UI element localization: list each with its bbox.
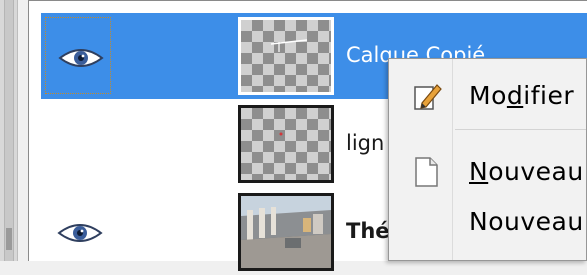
layer-content-mark bbox=[279, 132, 283, 136]
scrollbar-thumb[interactable] bbox=[4, 0, 14, 261]
layer-visibility-toggle[interactable] bbox=[45, 17, 111, 94]
gimp-layers-dialog: Calque Copié lign Thé Modifier Nouveau N… bbox=[0, 0, 587, 271]
layer-name[interactable]: lign bbox=[346, 131, 384, 155]
menu-item-modifier[interactable]: Modifier bbox=[389, 73, 586, 117]
eye-icon bbox=[57, 224, 103, 242]
eye-icon bbox=[58, 49, 104, 67]
layer-visibility-toggle[interactable] bbox=[45, 193, 111, 270]
layer-context-menu: Modifier Nouveau Nouveau bbox=[388, 58, 587, 261]
menu-item-label: Nouveau bbox=[469, 157, 584, 186]
photo-preview-image bbox=[241, 196, 331, 268]
new-document-icon bbox=[415, 157, 438, 187]
layer-thumbnail[interactable] bbox=[238, 105, 334, 183]
layer-thumbnail-photo[interactable] bbox=[238, 193, 334, 271]
left-scrollbar[interactable] bbox=[0, 0, 18, 261]
layer-content-mark bbox=[270, 39, 308, 52]
layer-name[interactable]: Thé bbox=[346, 219, 390, 243]
menu-item-label: Nouveau bbox=[469, 207, 584, 236]
menu-item-nouveau-2[interactable]: Nouveau bbox=[389, 199, 586, 243]
menu-item-nouveau[interactable]: Nouveau bbox=[389, 149, 586, 193]
layer-thumbnail[interactable] bbox=[238, 17, 334, 95]
layer-visibility-toggle[interactable] bbox=[45, 105, 111, 182]
menu-item-label: Modifier bbox=[469, 81, 575, 110]
edit-pencil-icon bbox=[414, 84, 442, 110]
menu-separator bbox=[455, 129, 586, 130]
